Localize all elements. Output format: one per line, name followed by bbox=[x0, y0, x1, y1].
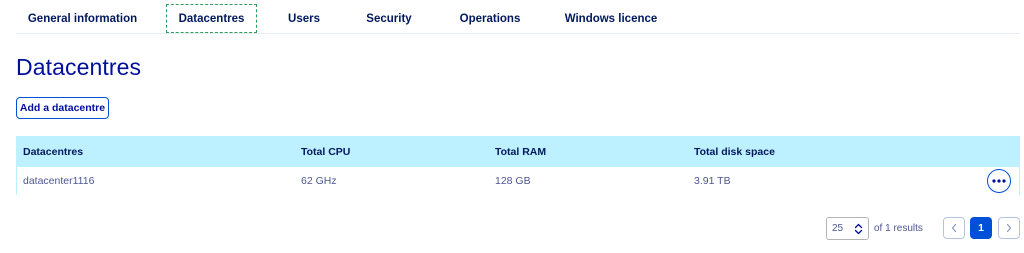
add-datacentre-button[interactable]: Add a datacentre bbox=[16, 97, 109, 119]
results-count: of 1 results bbox=[874, 223, 923, 234]
up-down-caret-icon bbox=[854, 223, 863, 235]
datacentres-table: Datacentres Total CPU Total RAM Total di… bbox=[16, 136, 1020, 195]
tab-general-information[interactable]: General information bbox=[16, 4, 149, 33]
column-header-total-cpu: Total CPU bbox=[301, 146, 351, 158]
column-header-total-ram: Total RAM bbox=[495, 146, 547, 158]
tab-bar: General information Datacentres Users Se… bbox=[16, 4, 1020, 34]
page-size-value: 25 bbox=[832, 223, 844, 234]
chevron-right-icon bbox=[1006, 223, 1012, 233]
ellipsis-icon bbox=[992, 179, 1006, 183]
page-size-select[interactable]: 25 bbox=[826, 217, 869, 240]
chevron-left-icon bbox=[951, 223, 957, 233]
cell-datacentre-name: datacenter1116 bbox=[23, 175, 95, 187]
tab-windows-licence[interactable]: Windows licence bbox=[556, 4, 666, 33]
tab-users[interactable]: Users bbox=[278, 4, 330, 33]
cell-total-ram: 128 GB bbox=[495, 175, 531, 187]
cell-total-disk-space: 3.91 TB bbox=[694, 175, 731, 187]
column-header-datacentres: Datacentres bbox=[23, 146, 84, 158]
datacentres-page: General information Datacentres Users Se… bbox=[0, 0, 1024, 253]
table-header: Datacentres Total CPU Total RAM Total di… bbox=[17, 137, 1019, 167]
previous-page-button[interactable] bbox=[943, 217, 965, 239]
row-actions-button[interactable] bbox=[987, 169, 1011, 193]
column-header-total-disk-space: Total disk space bbox=[694, 146, 775, 158]
tab-security[interactable]: Security bbox=[358, 4, 420, 33]
page-1-button[interactable]: 1 bbox=[970, 217, 992, 239]
next-page-button[interactable] bbox=[998, 217, 1020, 239]
tab-datacentres[interactable]: Datacentres bbox=[166, 4, 257, 33]
cell-total-cpu: 62 GHz bbox=[301, 175, 337, 187]
table-row: datacenter1116 62 GHz 128 GB 3.91 TB bbox=[17, 167, 1019, 195]
tab-operations[interactable]: Operations bbox=[448, 4, 532, 33]
page-title: Datacentres bbox=[16, 54, 142, 80]
